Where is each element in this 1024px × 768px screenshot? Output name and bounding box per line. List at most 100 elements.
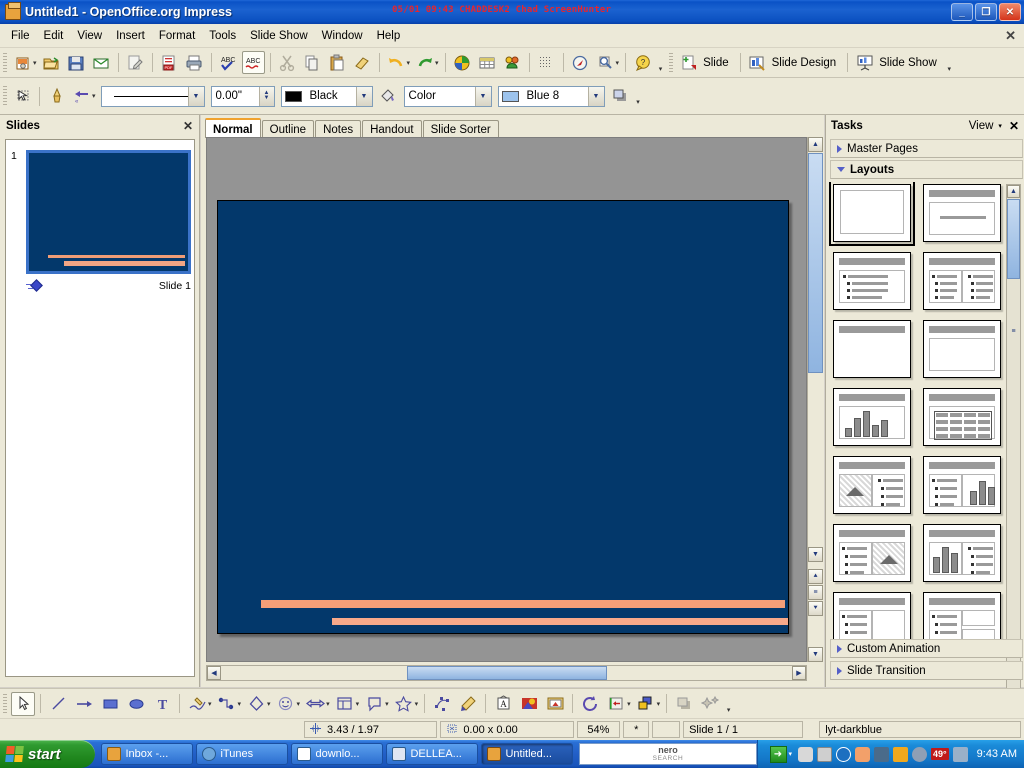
line-style-dropdown[interactable]: ▼ — [100, 85, 205, 107]
list-item[interactable]: 1 Slide 1 — [6, 140, 194, 292]
menu-slide-show[interactable]: Slide Show — [243, 27, 315, 45]
menu-tools[interactable]: Tools — [202, 27, 243, 45]
start-button[interactable]: start — [0, 740, 96, 768]
layout-title-only[interactable] — [833, 320, 911, 378]
zoom-icon[interactable] — [594, 51, 617, 74]
shadow-icon[interactable] — [609, 85, 632, 108]
menu-file[interactable]: File — [4, 27, 37, 45]
basic-shapes-icon[interactable] — [244, 692, 268, 716]
layout-title-content[interactable] — [923, 184, 1001, 242]
slide-show-label[interactable]: Slide Show — [877, 57, 944, 69]
chevron-down-icon[interactable]: ▼ — [355, 86, 372, 106]
tab-slide-sorter[interactable]: Slide Sorter — [422, 120, 499, 138]
section-master-pages[interactable]: Master Pages — [830, 139, 1023, 158]
copy-icon[interactable] — [301, 51, 324, 74]
points-icon[interactable] — [430, 692, 454, 716]
tray-dropdown-icon[interactable]: ▾ — [789, 750, 793, 758]
layout-title-bullets-clipart[interactable] — [833, 524, 911, 582]
vertical-scroll-thumb[interactable] — [808, 153, 823, 373]
open-icon[interactable] — [40, 51, 63, 74]
slide-design-icon[interactable] — [746, 51, 769, 74]
cut-icon[interactable] — [276, 51, 299, 74]
tab-normal[interactable]: Normal — [205, 118, 261, 138]
clock-icon[interactable] — [893, 746, 909, 762]
menu-window[interactable]: Window — [315, 27, 370, 45]
linefill-toolbar-grip[interactable] — [3, 86, 7, 106]
paste-icon[interactable] — [326, 51, 349, 74]
line-color-dropdown[interactable]: Black ▼ — [280, 85, 373, 107]
rotate-icon[interactable] — [578, 692, 602, 716]
tasks-view-button[interactable]: View — [969, 120, 994, 132]
export-pdf-icon[interactable]: PDF — [158, 51, 181, 74]
alignment-icon[interactable] — [604, 692, 628, 716]
scroll-down-icon[interactable]: ▼ — [808, 547, 823, 562]
tab-handout[interactable]: Handout — [362, 120, 422, 138]
connector-tool-icon[interactable] — [215, 692, 239, 716]
vertical-scrollbar[interactable]: ▲ ▼ ⯅ ≡ ⯆ ▼ — [807, 137, 823, 662]
stars-shapes-icon[interactable] — [392, 692, 416, 716]
slide-design-label[interactable]: Slide Design — [770, 57, 844, 69]
layout-blank[interactable] — [829, 182, 915, 246]
clock-label[interactable]: 9:43 AM — [977, 748, 1017, 760]
line-properties-icon[interactable] — [45, 85, 68, 108]
insert-chart-icon[interactable] — [543, 692, 567, 716]
menu-edit[interactable]: Edit — [37, 27, 71, 45]
curve-dropdown-icon[interactable]: ▾ — [208, 700, 212, 708]
network-icon[interactable] — [874, 746, 890, 762]
fill-type-dropdown[interactable]: Color ▼ — [403, 85, 492, 107]
scroll-up-icon[interactable]: ▲ — [1007, 185, 1020, 198]
menu-view[interactable]: View — [70, 27, 109, 45]
maximize-button[interactable]: ❐ — [975, 3, 997, 21]
stars-dropdown-icon[interactable]: ▾ — [415, 700, 419, 708]
alignment-dropdown-icon[interactable]: ▾ — [627, 700, 631, 708]
menu-format[interactable]: Format — [152, 27, 202, 45]
basic-shapes-dropdown-icon[interactable]: ▾ — [267, 700, 271, 708]
ellipse-tool-icon[interactable] — [124, 692, 148, 716]
callout-shapes-icon[interactable] — [362, 692, 386, 716]
horizontal-scroll-thumb[interactable] — [407, 666, 607, 680]
microphone-icon[interactable] — [798, 746, 814, 762]
chart-icon[interactable] — [451, 51, 474, 74]
user-icon[interactable] — [952, 746, 968, 762]
fill-color-dropdown[interactable]: Blue 8 ▼ — [497, 85, 605, 107]
block-arrows-icon[interactable] — [303, 692, 327, 716]
flowchart-dropdown-icon[interactable]: ▾ — [356, 700, 360, 708]
scroll-page-up-icon[interactable]: ⯅ — [808, 569, 823, 584]
media-icon[interactable] — [912, 746, 928, 762]
chevron-down-icon[interactable]: ▼ — [474, 86, 491, 106]
block-arrows-dropdown-icon[interactable]: ▾ — [326, 700, 330, 708]
table-icon[interactable] — [476, 51, 499, 74]
symbol-shapes-icon[interactable] — [274, 692, 298, 716]
drawing-toolbar-overflow[interactable]: ▾ — [723, 691, 734, 717]
hyperlink-icon[interactable] — [569, 51, 592, 74]
menu-help[interactable]: Help — [370, 27, 408, 45]
edit-file-icon[interactable] — [124, 51, 147, 74]
display-grid-icon[interactable] — [535, 51, 558, 74]
chevron-down-icon[interactable]: ▼ — [587, 86, 604, 106]
help-icon[interactable]: ? — [631, 51, 654, 74]
layout-title-blank-box[interactable] — [923, 320, 1001, 378]
scroll-up-icon[interactable]: ▲ — [808, 137, 823, 152]
slide-canvas[interactable] — [217, 200, 789, 634]
select-tool-icon[interactable] — [11, 85, 34, 108]
slide-transition-icon[interactable] — [26, 279, 44, 292]
scroll-page-down-icon[interactable]: ⯆ — [808, 601, 823, 616]
temperature-badge[interactable]: 49° — [931, 748, 949, 760]
fontwork-icon[interactable]: A — [491, 692, 515, 716]
status-zoom[interactable]: 54% — [576, 721, 621, 738]
print-icon[interactable] — [183, 51, 206, 74]
close-icon[interactable]: ✕ — [1009, 119, 1019, 133]
tab-notes[interactable]: Notes — [315, 120, 362, 138]
section-layouts[interactable]: Layouts — [830, 160, 1023, 179]
close-document-button[interactable]: ✕ — [1005, 28, 1016, 44]
clone-formatting-icon[interactable] — [351, 51, 374, 74]
slide-thumbnail[interactable] — [26, 150, 191, 274]
linefill-toolbar-overflow[interactable]: ▾ — [633, 83, 644, 109]
go-arrow-icon[interactable]: ➜ — [769, 745, 787, 763]
taskbar-item-download[interactable]: downlo... — [291, 743, 384, 765]
save-icon[interactable] — [65, 51, 88, 74]
close-icon[interactable]: ✕ — [183, 119, 193, 133]
text-tool-icon[interactable]: T — [150, 692, 174, 716]
arrange-dropdown-icon[interactable]: ▾ — [657, 700, 661, 708]
undo-icon[interactable] — [385, 51, 408, 74]
